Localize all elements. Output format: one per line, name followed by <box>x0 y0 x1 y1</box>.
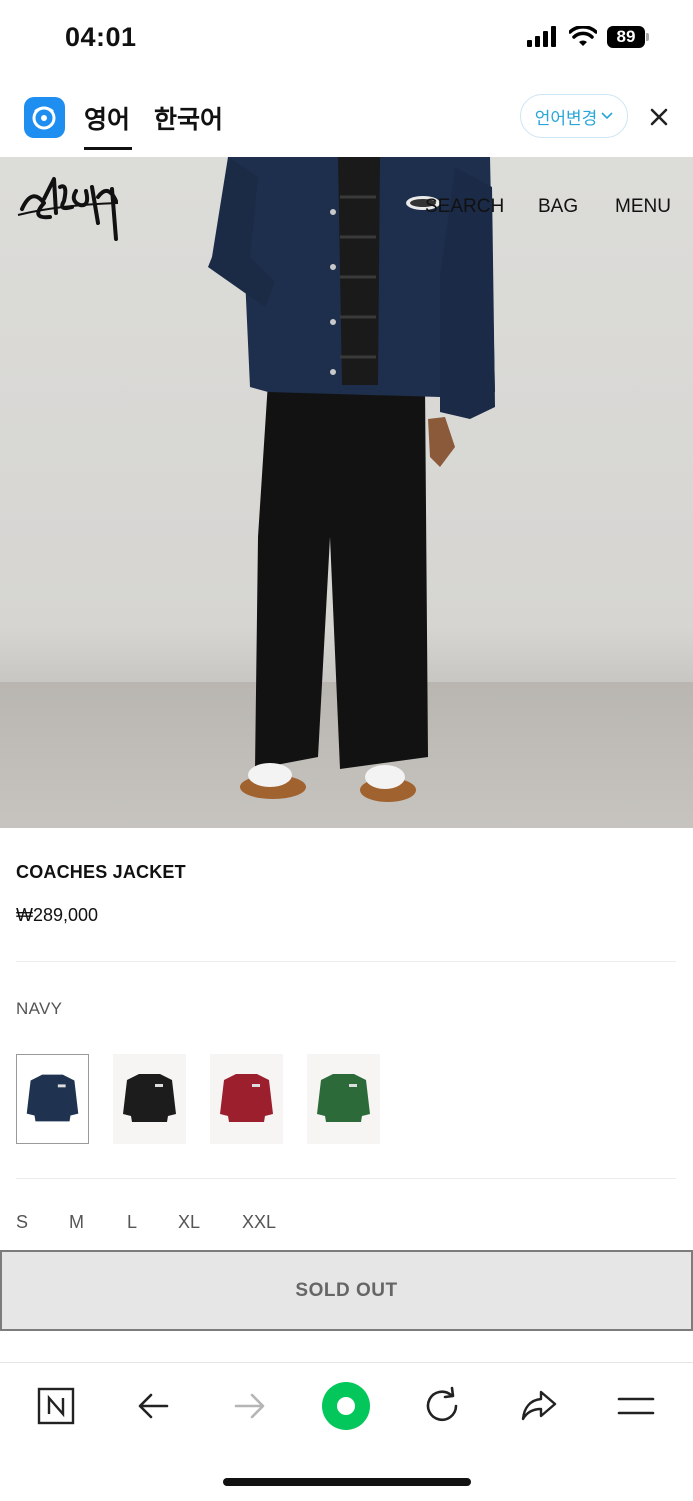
naver-home-icon[interactable] <box>32 1382 80 1430</box>
jacket-thumbnail <box>220 1074 273 1122</box>
forward-arrow-icon[interactable] <box>226 1382 274 1430</box>
site-nav-search[interactable]: SEARCH <box>425 196 504 218</box>
jacket-thumbnail <box>123 1074 176 1122</box>
size-option-xl[interactable]: XL <box>178 1212 200 1233</box>
language-change-label: 언어변경 <box>534 108 598 128</box>
selected-color-label: NAVY <box>16 999 63 1018</box>
divider <box>16 961 676 962</box>
green-dot-icon[interactable] <box>322 1382 370 1430</box>
battery-indicator: 89 <box>607 26 649 48</box>
color-swatch-red[interactable] <box>210 1054 283 1144</box>
home-indicator <box>223 1478 471 1486</box>
product-price: ₩289,000 <box>16 905 99 925</box>
status-time: 04:01 <box>65 22 137 52</box>
refresh-icon[interactable] <box>418 1382 466 1430</box>
papago-logo-icon[interactable] <box>24 97 65 138</box>
status-icons: 89 <box>527 26 649 48</box>
battery-cap <box>646 33 649 41</box>
hamburger-menu-icon[interactable] <box>612 1382 660 1430</box>
stussy-logo-icon[interactable] <box>14 169 124 249</box>
size-option-s[interactable]: S <box>16 1212 28 1233</box>
color-swatch-black[interactable] <box>113 1054 186 1144</box>
tab-english[interactable]: 영어 <box>84 100 133 150</box>
tab-korean[interactable]: 한국어 <box>154 100 223 136</box>
share-icon[interactable] <box>515 1382 563 1430</box>
size-option-xxl[interactable]: XXL <box>242 1212 276 1233</box>
battery-level: 89 <box>607 26 645 48</box>
wifi-icon <box>569 26 597 46</box>
divider <box>16 1178 676 1179</box>
size-option-l[interactable]: L <box>127 1212 137 1233</box>
color-swatch-navy[interactable] <box>16 1054 89 1144</box>
site-nav-bag[interactable]: BAG <box>538 196 578 218</box>
color-swatch-green[interactable] <box>307 1054 380 1144</box>
site-nav-menu[interactable]: MENU <box>615 196 671 218</box>
language-change-button[interactable]: 언어변경 <box>520 94 628 138</box>
sold-out-label: SOLD OUT <box>295 1279 398 1301</box>
chevron-down-icon <box>601 112 613 120</box>
signal-icon <box>527 26 556 47</box>
product-hero-image <box>0 157 693 828</box>
model-figure <box>208 157 495 802</box>
jacket-thumbnail <box>26 1074 79 1122</box>
product-name: COACHES JACKET <box>16 862 186 882</box>
jacket-thumbnail <box>317 1074 370 1122</box>
close-icon[interactable] <box>645 103 673 131</box>
size-option-m[interactable]: M <box>69 1212 84 1233</box>
sold-out-button[interactable]: SOLD OUT <box>0 1250 693 1331</box>
back-arrow-icon[interactable] <box>129 1382 177 1430</box>
